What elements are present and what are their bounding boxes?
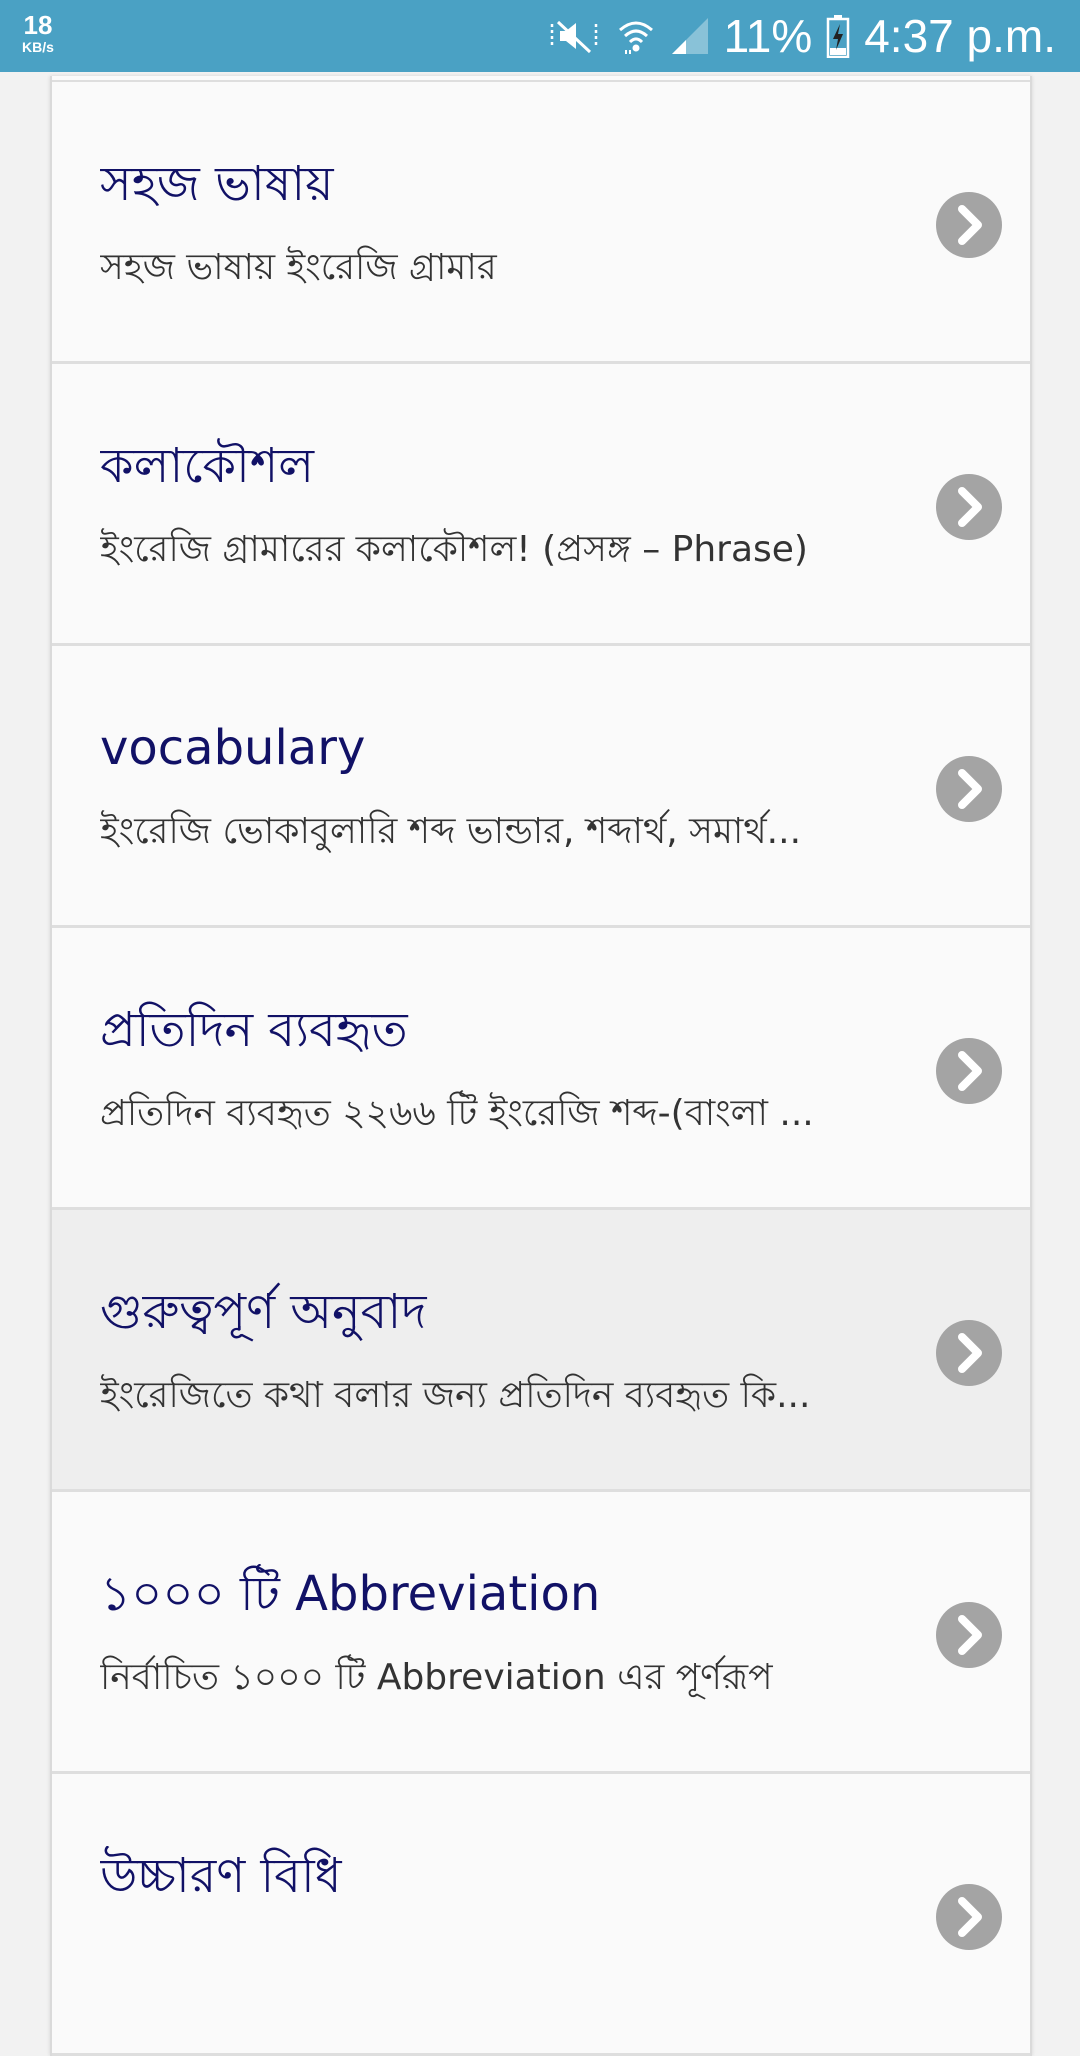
list-item[interactable]: কলাকৌশল ইংরেজি গ্রামারের কলাকৌশল! (প্রসঙ… xyxy=(52,364,1030,646)
network-speed-value: 18 xyxy=(23,10,53,40)
item-title: কলাকৌশল xyxy=(100,438,315,494)
mute-icon xyxy=(546,16,602,56)
item-title: প্রতিদিন ব্যবহৃত xyxy=(100,1002,408,1058)
network-speed-unit: KB/s xyxy=(22,39,54,55)
item-title: ১০০০ টি Abbreviation xyxy=(100,1566,601,1622)
list-item[interactable]: vocabulary ইংরেজি ভোকাবুলারি শব্দ ভান্ডা… xyxy=(52,646,1030,928)
clock: 4:37 p.m. xyxy=(864,10,1056,62)
item-subtitle: ইংরেজি গ্রামারের কলাকৌশল! (প্রসঙ্গ – Phr… xyxy=(100,529,808,570)
list-item[interactable]: গুরুত্বপূর্ণ অনুবাদ ইংরেজিতে কথা বলার জন… xyxy=(52,1210,1030,1492)
chevron-right-icon[interactable] xyxy=(936,1038,1002,1104)
item-subtitle: সহজ ভাষায় ইংরেজি গ্রামার xyxy=(100,247,497,288)
chevron-right-icon[interactable] xyxy=(936,1320,1002,1386)
item-title: উচ্চারণ বিধি xyxy=(100,1848,342,1904)
chevron-right-icon[interactable] xyxy=(936,474,1002,540)
item-title: গুরুত্বপূর্ণ অনুবাদ xyxy=(100,1284,427,1340)
item-subtitle: ইংরেজিতে কথা বলার জন্য প্রতিদিন ব্যবহৃত … xyxy=(100,1375,811,1416)
chevron-right-icon[interactable] xyxy=(936,192,1002,258)
list-item[interactable]: ১০০০ টি Abbreviation নির্বাচিত ১০০০ টি A… xyxy=(52,1492,1030,1774)
chevron-right-icon[interactable] xyxy=(936,1602,1002,1668)
network-speed-indicator: 18 KB/s xyxy=(16,12,60,54)
cell-signal-icon xyxy=(670,16,710,56)
wifi-icon xyxy=(616,16,656,56)
battery-percent: 11% xyxy=(723,10,813,62)
list-item[interactable]: সহজ ভাষায় সহজ ভাষায় ইংরেজি গ্রামার xyxy=(52,82,1030,364)
list-item[interactable]: প্রতিদিন ব্যবহৃত প্রতিদিন ব্যবহৃত ২২৬৬ ট… xyxy=(52,928,1030,1210)
topic-list: সহজ ভাষায় সহজ ভাষায় ইংরেজি গ্রামার কলা… xyxy=(50,76,1032,2056)
chevron-right-icon[interactable] xyxy=(936,756,1002,822)
item-title: সহজ ভাষায় xyxy=(100,156,334,212)
item-title: vocabulary xyxy=(100,720,366,776)
battery-charging-icon xyxy=(826,14,850,58)
item-subtitle: প্রতিদিন ব্যবহৃত ২২৬৬ টি ইংরেজি শব্দ-(বা… xyxy=(100,1093,814,1134)
item-subtitle: নির্বাচিত ১০০০ টি Abbreviation এর পূর্ণর… xyxy=(100,1657,773,1698)
list-item[interactable]: উচ্চারণ বিধি xyxy=(52,1774,1030,2056)
status-bar: 18 KB/s 11% 4:37 p.m. xyxy=(0,0,1080,72)
chevron-right-icon[interactable] xyxy=(936,1884,1002,1950)
status-icons: 11% 4:37 p.m. xyxy=(546,0,1056,72)
item-subtitle: ইংরেজি ভোকাবুলারি শব্দ ভান্ডার, শব্দার্থ… xyxy=(100,811,802,852)
